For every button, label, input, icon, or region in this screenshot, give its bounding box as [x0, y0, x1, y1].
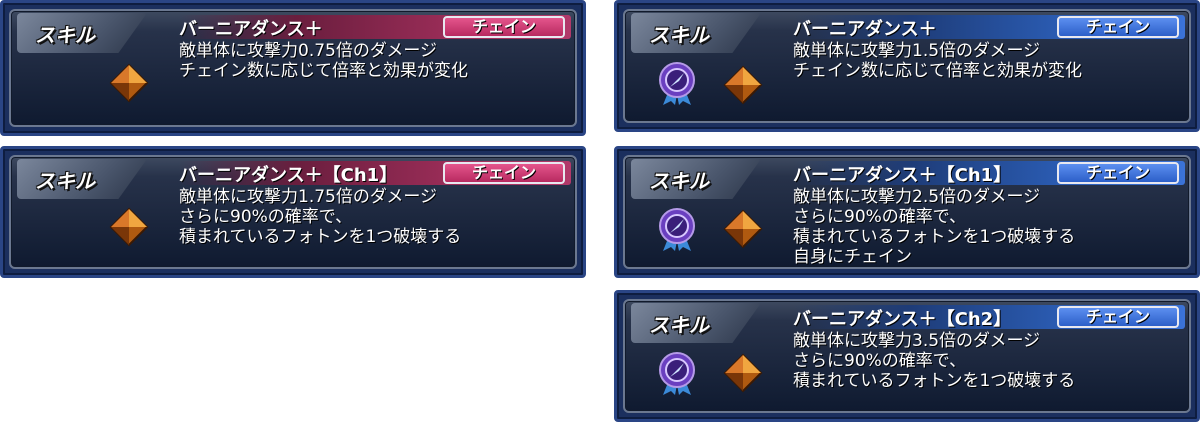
- skill-card-4: スキル バーニアダンス＋【Ch1】 チェイン 敵単体に攻撃力2.5倍のダメージ …: [614, 146, 1200, 278]
- skill-title: バーニアダンス＋【Ch1】: [793, 165, 1012, 186]
- description-line: 敵単体に攻撃力1.5倍のダメージ: [793, 41, 1041, 61]
- description-line: 敵単体に攻撃力1.75倍のダメージ: [179, 187, 438, 207]
- chain-badge: チェイン: [1057, 306, 1179, 328]
- skill-tag-label: スキル: [649, 169, 709, 193]
- description-line: さらに90%の確率で、: [793, 207, 967, 227]
- skill-card-3: スキル バーニアダンス＋ チェイン 敵単体に攻撃力1.5倍のダメージ チェイン数…: [614, 0, 1200, 132]
- skill-description: 敵単体に攻撃力1.5倍のダメージ チェイン数に応じて倍率と効果が変化: [793, 41, 1183, 81]
- skill-title: バーニアダンス＋【Ch2】: [793, 309, 1012, 330]
- skill-title: バーニアダンス＋: [793, 19, 937, 40]
- description-line: さらに90%の確率で、: [793, 351, 967, 371]
- skill-card-5: スキル バーニアダンス＋【Ch2】 チェイン 敵単体に攻撃力3.5倍のダメージ …: [614, 290, 1200, 422]
- skill-description: 敵単体に攻撃力0.75倍のダメージ チェイン数に応じて倍率と効果が変化: [179, 41, 569, 81]
- description-line: 積まれているフォトンを1つ破壊する: [179, 227, 462, 247]
- skill-description: 敵単体に攻撃力2.5倍のダメージ さらに90%の確率で、 積まれているフォトンを…: [793, 187, 1183, 267]
- skill-card-2: スキル バーニアダンス＋【Ch1】 チェイン 敵単体に攻撃力1.75倍のダメージ…: [0, 146, 586, 278]
- description-line: 積まれているフォトンを1つ破壊する: [793, 227, 1076, 247]
- purple-medal-icon: [659, 352, 695, 395]
- description-line: 敵単体に攻撃力0.75倍のダメージ: [179, 41, 438, 61]
- orange-diamond-photon-icon: [723, 209, 763, 249]
- skill-tag-label: スキル: [35, 23, 95, 47]
- skill-tag-label: スキル: [649, 313, 709, 337]
- purple-medal-icon: [659, 208, 695, 251]
- skill-title: バーニアダンス＋【Ch1】: [179, 165, 398, 186]
- orange-diamond-photon-icon: [109, 63, 149, 103]
- skill-tag-label: スキル: [649, 23, 709, 47]
- description-line: 積まれているフォトンを1つ破壊する: [793, 371, 1076, 391]
- description-line: 自身にチェイン: [793, 247, 912, 267]
- chain-badge: チェイン: [1057, 162, 1179, 184]
- skill-description: 敵単体に攻撃力1.75倍のダメージ さらに90%の確率で、 積まれているフォトン…: [179, 187, 569, 247]
- purple-medal-icon: [659, 62, 695, 105]
- description-line: 敵単体に攻撃力2.5倍のダメージ: [793, 187, 1041, 207]
- orange-diamond-photon-icon: [109, 207, 149, 247]
- skill-description: 敵単体に攻撃力3.5倍のダメージ さらに90%の確率で、 積まれているフォトンを…: [793, 331, 1183, 391]
- description-line: チェイン数に応じて倍率と効果が変化: [793, 61, 1082, 81]
- chain-badge: チェイン: [1057, 16, 1179, 38]
- description-line: 敵単体に攻撃力3.5倍のダメージ: [793, 331, 1041, 351]
- skill-title: バーニアダンス＋: [179, 19, 323, 40]
- orange-diamond-photon-icon: [723, 353, 763, 393]
- chain-badge: チェイン: [443, 162, 565, 184]
- description-line: さらに90%の確率で、: [179, 207, 353, 227]
- skill-card-1: スキル バーニアダンス＋ チェイン 敵単体に攻撃力0.75倍のダメージ チェイン…: [0, 0, 586, 136]
- description-line: チェイン数に応じて倍率と効果が変化: [179, 61, 468, 81]
- chain-badge: チェイン: [443, 16, 565, 38]
- orange-diamond-photon-icon: [723, 65, 763, 105]
- skill-tag-label: スキル: [35, 169, 95, 193]
